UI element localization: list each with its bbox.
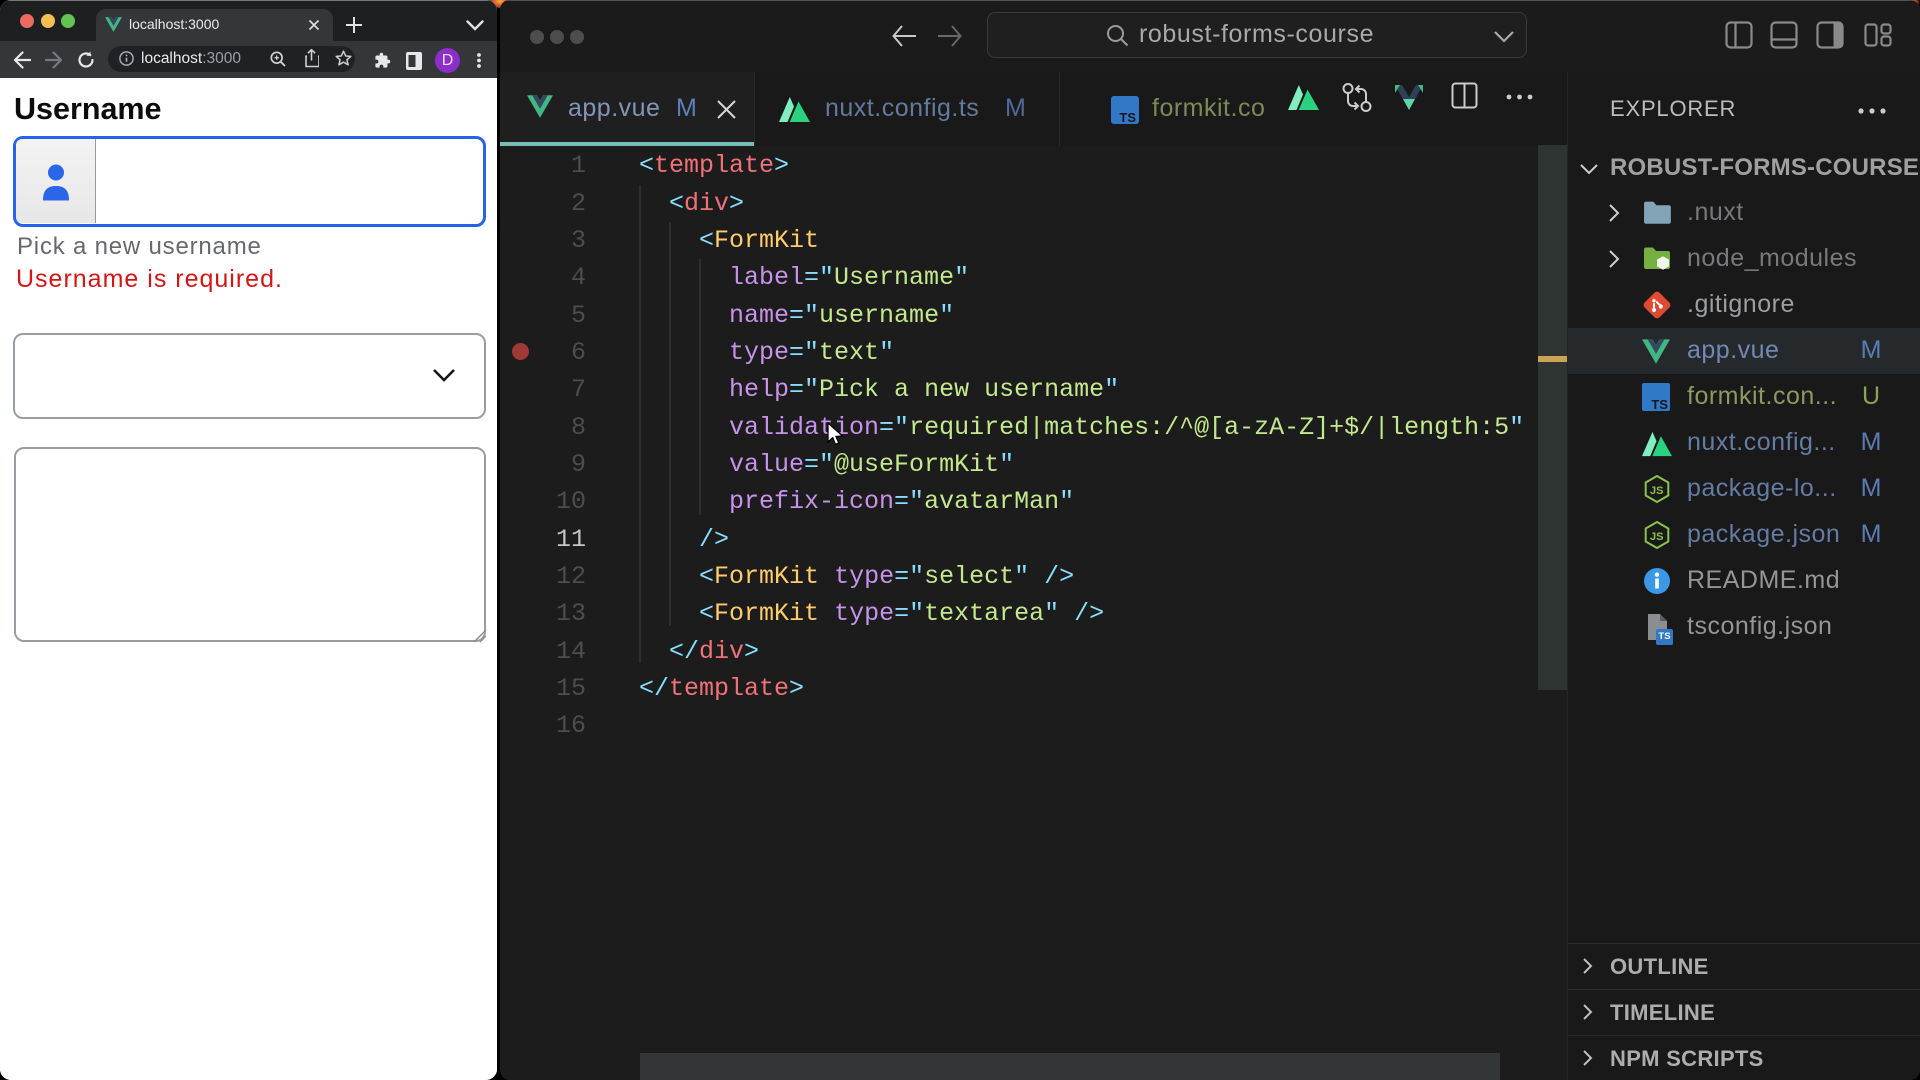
svg-text:JS: JS: [1650, 485, 1663, 497]
svg-text:JS: JS: [1650, 531, 1663, 543]
